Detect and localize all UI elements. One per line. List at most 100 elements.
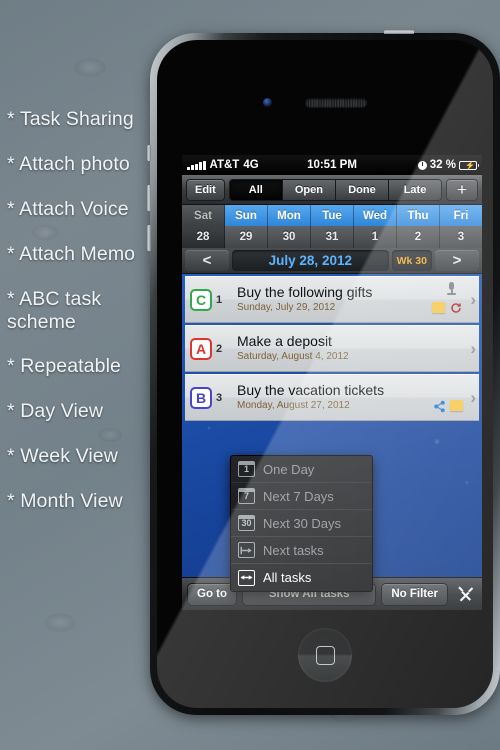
arrow-both-icon: [238, 569, 255, 586]
date-cell-1[interactable]: 1: [354, 226, 397, 248]
task-row[interactable]: A 2 Make a deposit Saturday, August 4, 2…: [185, 325, 479, 372]
task-list: C 1 Buy the following gifts Sunday, July…: [182, 274, 482, 421]
priority-area: B 3: [185, 375, 237, 420]
edit-button[interactable]: Edit: [186, 178, 225, 201]
date-cell-2[interactable]: 2: [397, 226, 440, 248]
task-row[interactable]: C 1 Buy the following gifts Sunday, July…: [185, 276, 479, 323]
microphone-icon: [449, 282, 454, 290]
tools-icon[interactable]: [453, 585, 477, 603]
date-cell-3[interactable]: 3: [440, 226, 482, 248]
task-content: Buy the following gifts Sunday, July 29,…: [237, 277, 433, 322]
arrow-right-icon: [238, 542, 255, 558]
repeat-icon: [450, 301, 462, 313]
no-filter-button[interactable]: No Filter: [381, 582, 448, 606]
menu-item-label: One Day: [263, 461, 315, 477]
task-date: Monday, August 27, 2012: [237, 400, 350, 411]
menu-item-next-30-days[interactable]: 30 Next 30 Days: [231, 510, 372, 537]
calendar-1-icon: 1: [238, 461, 255, 477]
feature-list: * Task Sharing * Attach photo * Attach V…: [0, 108, 175, 535]
alarm-clock-icon: [417, 160, 427, 170]
segment-late[interactable]: Late: [388, 179, 441, 200]
prev-date-button[interactable]: <: [185, 250, 229, 271]
current-date-label[interactable]: July 28, 2012: [232, 250, 389, 271]
weekday-mon[interactable]: Mon: [268, 205, 311, 226]
weekday-fri[interactable]: Fri: [440, 205, 482, 226]
disclosure-chevron-icon[interactable]: ›: [470, 340, 476, 357]
weekday-tue[interactable]: Tue: [311, 205, 354, 226]
add-task-button[interactable]: +: [446, 178, 478, 201]
task-title: Make a deposit: [237, 333, 332, 349]
feature-item: * ABC task scheme: [7, 288, 102, 333]
status-bar-right: 32 % ⚡: [417, 159, 479, 171]
next-date-button[interactable]: >: [435, 250, 479, 271]
iphone-device: AT&T 4G 10:51 PM 32 % ⚡ Edit All Open Do…: [147, 30, 500, 715]
feature-item: * Task Sharing: [7, 108, 134, 130]
feature-item: * Week View: [7, 445, 118, 467]
menu-item-label: Next tasks: [263, 542, 324, 558]
menu-item-label: All tasks: [263, 570, 312, 585]
sleep-wake-button[interactable]: [384, 30, 414, 34]
task-accessory: ›: [433, 375, 479, 420]
disclosure-chevron-icon[interactable]: ›: [470, 389, 476, 406]
task-content: Buy the vacation tickets Monday, August …: [237, 375, 433, 420]
weekday-thu[interactable]: Thu: [397, 205, 440, 226]
task-index: 3: [216, 391, 223, 404]
home-square-icon: [315, 645, 335, 665]
weekday-sat[interactable]: Sat: [182, 205, 225, 226]
phone-bezel: AT&T 4G 10:51 PM 32 % ⚡ Edit All Open Do…: [157, 40, 493, 708]
filter-segmented-control[interactable]: All Open Done Late: [228, 178, 442, 201]
date-cell-30[interactable]: 30: [268, 226, 311, 248]
menu-item-next-tasks[interactable]: Next tasks: [231, 537, 372, 564]
task-index: 1: [216, 293, 223, 306]
calendar-30-icon: 30: [238, 515, 255, 531]
segment-open[interactable]: Open: [282, 179, 336, 200]
status-bar: AT&T 4G 10:51 PM 32 % ⚡: [182, 155, 482, 175]
menu-item-one-day[interactable]: 1 One Day: [231, 456, 372, 483]
ring-switch[interactable]: [147, 145, 151, 161]
front-camera-icon: [263, 98, 272, 107]
task-date: Sunday, July 29, 2012: [237, 302, 336, 313]
task-icons: [431, 375, 465, 420]
date-cell-31[interactable]: 31: [311, 226, 354, 248]
note-icon: [432, 302, 445, 313]
volume-up-button[interactable]: [147, 185, 151, 211]
menu-item-all-tasks[interactable]: All tasks: [231, 564, 372, 591]
filter-dropdown-menu[interactable]: 1 One Day 7 Next 7 Days 30 Next 30 Days …: [230, 455, 373, 592]
segment-all[interactable]: All: [229, 179, 283, 200]
priority-area: C 1: [185, 277, 237, 322]
week-number-badge[interactable]: Wk 30: [391, 250, 432, 271]
volume-down-button[interactable]: [147, 225, 151, 251]
priority-badge[interactable]: C: [190, 288, 212, 311]
priority-area: A 2: [185, 326, 237, 371]
home-button[interactable]: [298, 628, 352, 682]
task-date: Saturday, August 4, 2012: [237, 351, 349, 362]
priority-badge[interactable]: A: [190, 337, 212, 360]
weekday-sun[interactable]: Sun: [225, 205, 268, 226]
feature-item: * Repeatable: [7, 355, 121, 377]
menu-item-label: Next 7 Days: [263, 488, 334, 504]
weekday-number-row: 28 29 30 31 1 2 3: [182, 226, 482, 248]
priority-badge[interactable]: B: [190, 386, 212, 409]
disclosure-chevron-icon[interactable]: ›: [470, 291, 476, 308]
segment-done[interactable]: Done: [335, 179, 389, 200]
task-row[interactable]: B 3 Buy the vacation tickets Monday, Aug…: [185, 374, 479, 421]
task-content: Make a deposit Saturday, August 4, 2012: [237, 326, 433, 371]
menu-item-label: Next 30 Days: [263, 515, 342, 531]
task-title: Buy the vacation tickets: [237, 382, 385, 398]
task-icons: [431, 277, 465, 322]
menu-item-next-7-days[interactable]: 7 Next 7 Days: [231, 483, 372, 510]
weekday-wed[interactable]: Wed: [354, 205, 397, 226]
task-title: Buy the following gifts: [237, 284, 373, 300]
task-accessory: ›: [431, 277, 479, 322]
date-cell-28[interactable]: 28: [182, 226, 225, 248]
date-cell-29[interactable]: 29: [225, 226, 268, 248]
note-icon: [450, 400, 463, 411]
microphone-base-icon: [447, 293, 456, 295]
top-toolbar: Edit All Open Done Late +: [182, 175, 482, 205]
feature-item: * Day View: [7, 400, 104, 422]
weekday-name-row: Sat Sun Mon Tue Wed Thu Fri: [182, 205, 482, 226]
battery-percent-label: 32 %: [429, 159, 456, 171]
feature-item: * Month View: [7, 490, 123, 512]
share-icon: [433, 400, 446, 413]
earpiece-speaker-icon: [305, 98, 367, 107]
